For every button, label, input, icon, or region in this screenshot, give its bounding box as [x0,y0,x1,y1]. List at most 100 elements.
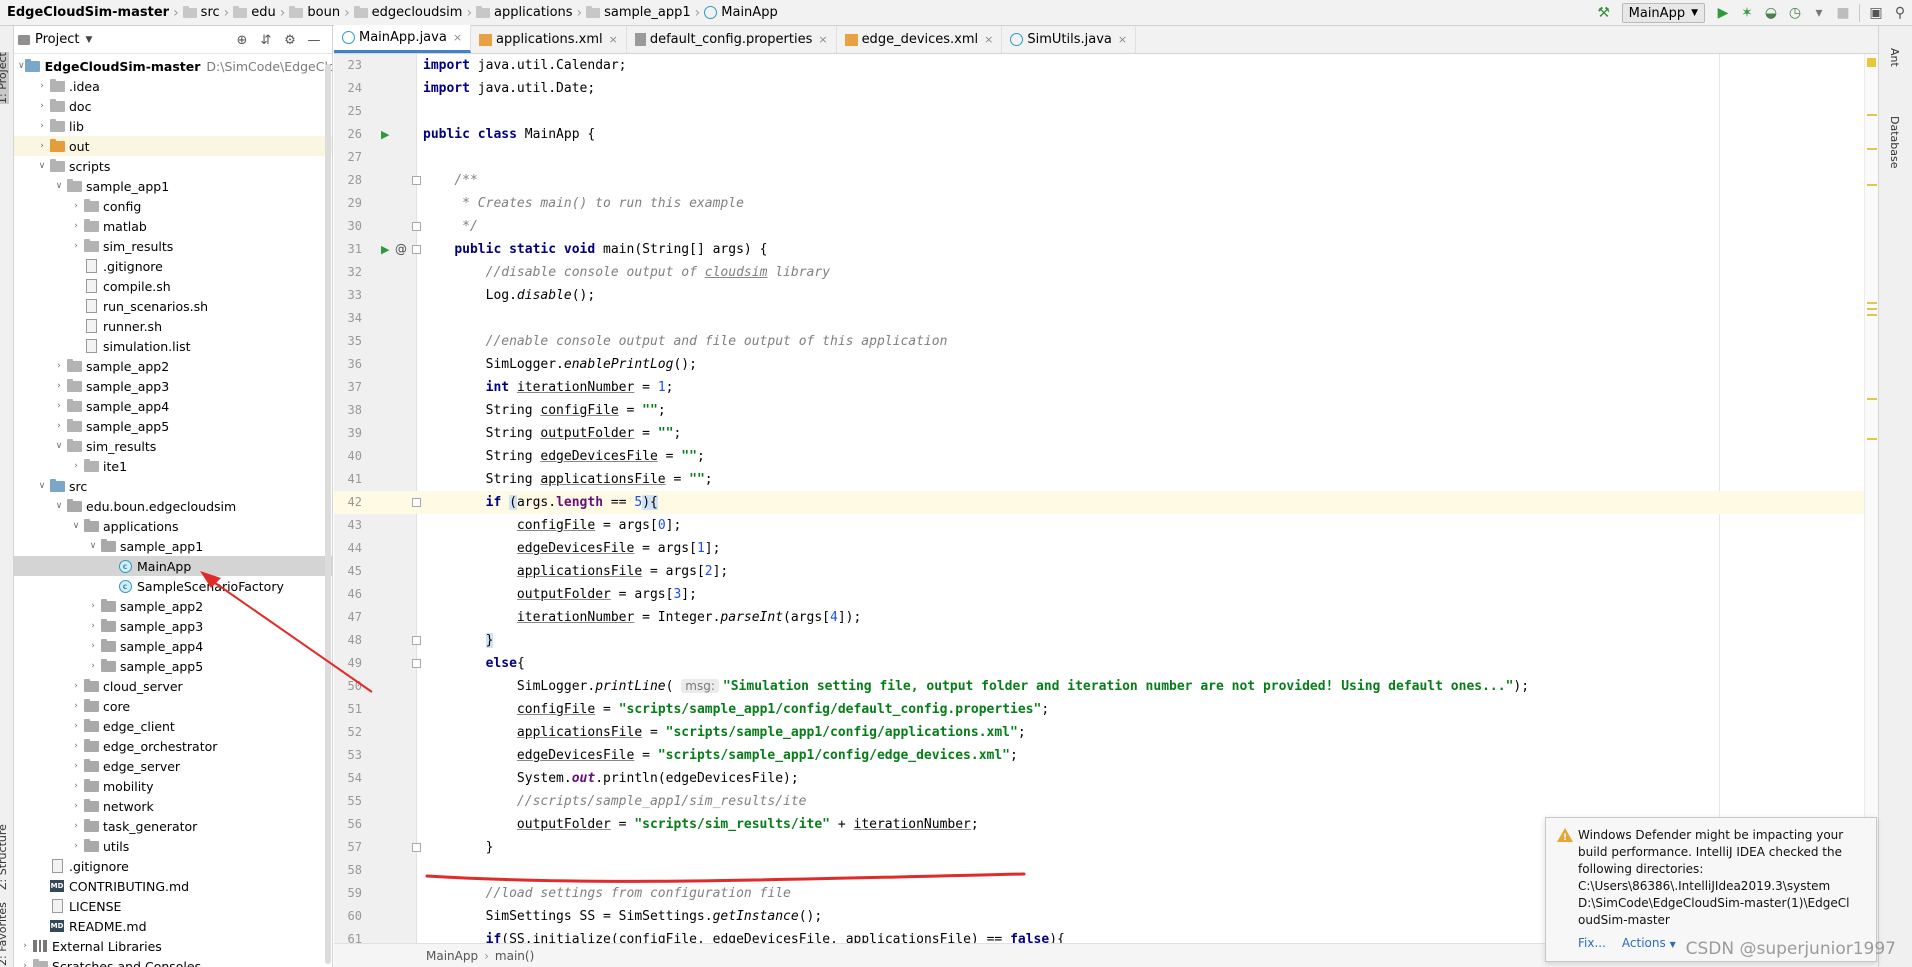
tree-node[interactable]: › lib [14,116,332,136]
code-line[interactable]: 34 [334,307,1878,330]
code-line[interactable]: 44 edgeDevicesFile = args[1]; [334,537,1878,560]
tree-node[interactable]: › sample_app3 [14,616,332,636]
code-line[interactable]: 27 [334,146,1878,169]
run-play-icon[interactable]: ▶ [1711,1,1735,25]
stripe-marker[interactable] [1867,398,1877,400]
tree-node[interactable]: .c MainApp [14,556,332,576]
code-line[interactable]: 25 [334,100,1878,123]
tree-node[interactable]: ∨ sample_app1 [14,176,332,196]
code-line[interactable]: 28 /** [334,169,1878,192]
tree-node[interactable]: › sample_app2 [14,356,332,376]
tree-node[interactable]: ∨ scripts [14,156,332,176]
chevron-right-icon[interactable]: › [35,81,49,91]
tree-node[interactable]: › External Libraries [14,936,332,956]
code-line[interactable]: 47 iterationNumber = Integer.parseInt(ar… [334,606,1878,629]
code-line[interactable]: 43 configFile = args[0]; [334,514,1878,537]
editor-tab[interactable]: SimUtils.java × [1002,26,1137,53]
code-line[interactable]: 45 applicationsFile = args[2]; [334,560,1878,583]
code-line[interactable]: 23 import java.util.Calendar; [334,54,1878,77]
code-line[interactable]: 37 int iterationNumber = 1; [334,376,1878,399]
breadcrumb-item[interactable]: edu [230,0,279,26]
chevron-right-icon[interactable]: › [86,661,100,671]
chevron-down-icon[interactable]: ▼ [85,35,92,45]
tree-node[interactable]: ∨ EdgeCloudSim-master D:\SimCode\EdgeCloud… [14,56,332,76]
code-line[interactable]: 52 applicationsFile = "scripts/sample_ap… [334,721,1878,744]
chevron-right-icon[interactable]: › [69,681,83,691]
ant-tool-button[interactable]: Ant [1888,48,1901,67]
stripe-marker[interactable] [1867,438,1877,440]
code-line[interactable]: 30 */ [334,215,1878,238]
stripe-marker[interactable] [1867,314,1877,316]
tree-node[interactable]: . LICENSE [14,896,332,916]
close-icon[interactable]: × [818,33,827,46]
tree-node[interactable]: › sample_app5 [14,656,332,676]
stripe-marker[interactable] [1867,184,1877,186]
chevron-right-icon[interactable]: › [35,121,49,131]
run-configuration-select[interactable]: MainApp ▼ [1621,3,1705,23]
stripe-marker[interactable] [1867,302,1877,304]
chevron-right-icon[interactable]: › [69,221,83,231]
fold-marker-icon[interactable] [412,222,421,231]
chevron-right-icon[interactable]: › [69,761,83,771]
status-crumb-method[interactable]: main() [495,949,534,963]
fold-marker-icon[interactable] [412,245,421,254]
tree-node[interactable]: . .gitignore [14,856,332,876]
warning-indicator-icon[interactable] [1867,58,1876,67]
fold-marker-icon[interactable] [412,498,421,507]
chevron-right-icon[interactable]: › [69,741,83,751]
breadcrumb-item[interactable]: edgecloudsim [351,0,466,26]
chevron-down-icon[interactable]: ∨ [52,501,66,511]
code-line[interactable]: 48 } [334,629,1878,652]
breadcrumb-item[interactable]: src [180,0,223,26]
tree-node[interactable]: › network [14,796,332,816]
status-crumb-class[interactable]: MainApp [426,949,478,963]
tree-node[interactable]: .MD CONTRIBUTING.md [14,876,332,896]
chevron-down-icon[interactable]: ∨ [86,541,100,551]
tree-node[interactable]: ∨ sim_results [14,436,332,456]
code-line[interactable]: 35 //enable console output and file outp… [334,330,1878,353]
stop-square-icon[interactable]: ■ [1831,1,1855,25]
code-line[interactable]: 33 Log.disable(); [334,284,1878,307]
fold-marker-icon[interactable] [412,176,421,185]
tree-node[interactable]: › core [14,696,332,716]
code-line[interactable]: 39 String outputFolder = ""; [334,422,1878,445]
code-area[interactable]: 23 import java.util.Calendar; 24 import jav… [334,54,1878,943]
code-line[interactable]: 51 configFile = "scripts/sample_app1/con… [334,698,1878,721]
editor-tab[interactable]: default_config.properties × [627,26,837,53]
stripe-marker[interactable] [1867,148,1877,150]
tree-node[interactable]: › utils [14,836,332,856]
chevron-down-icon[interactable]: ∨ [35,161,49,171]
code-line[interactable]: 49 else{ [334,652,1878,675]
build-hammer-icon[interactable]: ⚒ [1592,1,1616,25]
gear-icon[interactable]: ⚙ [278,30,302,50]
database-tool-button[interactable]: Database [1888,116,1901,169]
code-line[interactable]: 29 * Creates main() to run this example [334,192,1878,215]
code-line[interactable]: 54 System.out.println(edgeDevicesFile); [334,767,1878,790]
locate-crosshair-icon[interactable]: ⊕ [230,30,254,50]
stripe-marker[interactable] [1867,308,1877,310]
fix-link[interactable]: Fix... [1578,935,1606,953]
tree-node[interactable]: › config [14,196,332,216]
code-line[interactable]: 36 SimLogger.enablePrintLog(); [334,353,1878,376]
tree-node[interactable]: › task_generator [14,816,332,836]
code-line[interactable]: 40 String edgeDevicesFile = ""; [334,445,1878,468]
chevron-right-icon[interactable]: › [69,721,83,731]
chevron-right-icon[interactable]: › [52,421,66,431]
chevron-right-icon[interactable]: › [35,141,49,151]
tree-node[interactable]: › sample_app3 [14,376,332,396]
stripe-marker[interactable] [1867,114,1877,116]
actions-link[interactable]: Actions ▼ [1622,935,1676,953]
tree-node[interactable]: › Scratches and Consoles [14,956,332,967]
fold-marker-icon[interactable] [412,636,421,645]
chevron-right-icon[interactable]: › [69,801,83,811]
run-gutter-icon[interactable]: ▶ [381,238,389,261]
tree-node[interactable]: › out [14,136,332,156]
breadcrumb-item[interactable]: MainApp [701,0,780,26]
chevron-right-icon[interactable]: › [52,361,66,371]
tree-node[interactable]: . simulation.list [14,336,332,356]
tree-node[interactable]: › mobility [14,776,332,796]
collapse-all-icon[interactable]: ⇵ [254,30,278,50]
chevron-right-icon[interactable]: › [86,601,100,611]
chevron-right-icon[interactable]: › [52,381,66,391]
annotation-gutter-icon[interactable]: @ [395,238,407,261]
